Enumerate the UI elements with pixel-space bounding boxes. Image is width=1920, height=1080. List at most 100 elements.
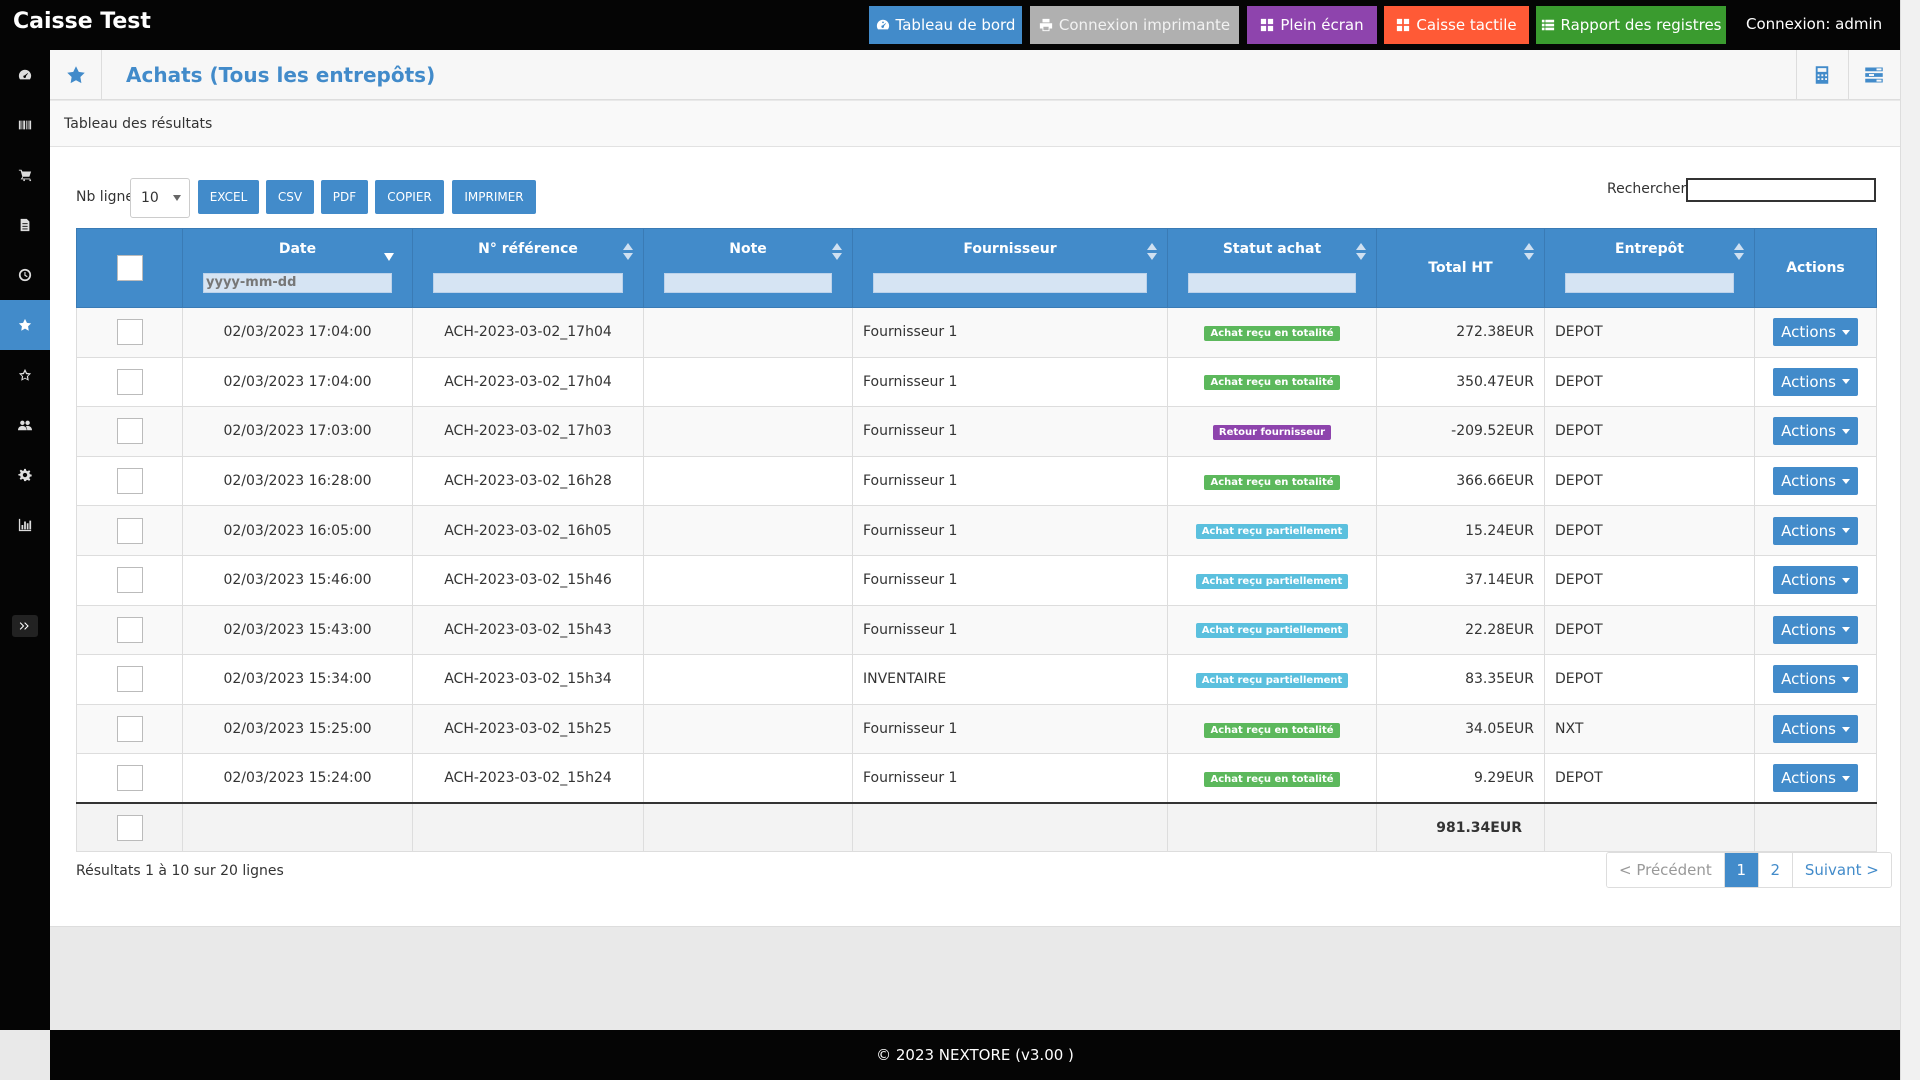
sidebar-item-customers[interactable] xyxy=(0,400,50,450)
row-actions-button[interactable]: Actions xyxy=(1773,467,1858,496)
cell-reference: ACH-2023-03-02_16h28 xyxy=(412,455,644,507)
row-checkbox[interactable] xyxy=(116,716,143,743)
row-actions-button[interactable]: Actions xyxy=(1773,566,1858,595)
sidebar-item-sales[interactable] xyxy=(0,150,50,200)
row-checkbox[interactable] xyxy=(116,666,143,693)
select-all-checkbox[interactable] xyxy=(116,255,143,281)
reference-filter-input[interactable] xyxy=(433,273,623,293)
export-excel-button[interactable]: EXCEL xyxy=(198,180,259,214)
row-checkbox[interactable] xyxy=(116,418,143,445)
row-checkbox[interactable] xyxy=(116,319,143,346)
row-actions-button[interactable]: Actions xyxy=(1773,764,1858,793)
table-row[interactable]: 02/03/2023 16:05:00 ACH-2023-03-02_16h05 F… xyxy=(76,505,1877,556)
caret-down-icon xyxy=(1841,627,1850,633)
sidebar-item-purchases[interactable] xyxy=(0,300,50,350)
purchases-table: Date yyyy-mm-dd N° référence Note Fournis… xyxy=(76,228,1877,852)
sidebar-item-dashboard[interactable] xyxy=(0,50,50,100)
pagination-page-2[interactable]: 2 xyxy=(1758,853,1793,887)
page-scrollbar[interactable] xyxy=(1900,0,1920,1080)
sidebar-expand-button[interactable] xyxy=(12,615,38,637)
row-actions-button[interactable]: Actions xyxy=(1773,417,1858,446)
pagination-page-1[interactable]: 1 xyxy=(1724,853,1759,887)
sidebar-item-documents[interactable] xyxy=(0,200,50,250)
table-row[interactable]: 02/03/2023 17:04:00 ACH-2023-03-02_17h04 F… xyxy=(76,307,1877,358)
footer-total: 981.34EUR xyxy=(1376,802,1545,852)
touch-register-button[interactable]: Caisse tactile xyxy=(1384,6,1529,44)
note-filter-input[interactable] xyxy=(664,273,832,293)
calculator-button[interactable] xyxy=(1796,50,1846,100)
table-footer-row: 981.34EUR xyxy=(76,802,1877,852)
app-title[interactable]: Caisse Test xyxy=(13,9,151,34)
sidebar-item-settings[interactable] xyxy=(0,450,50,500)
export-pdf-button[interactable]: PDF xyxy=(321,180,368,214)
column-header-supplier[interactable]: Fournisseur xyxy=(852,228,1168,308)
row-checkbox[interactable] xyxy=(116,567,143,594)
column-header-date[interactable]: Date yyyy-mm-dd xyxy=(182,228,413,308)
search-label: Rechercher xyxy=(1607,181,1687,197)
row-checkbox[interactable] xyxy=(116,616,143,643)
column-header-reference[interactable]: N° référence xyxy=(412,228,644,308)
table-row[interactable]: 02/03/2023 17:03:00 ACH-2023-03-02_17h03 F… xyxy=(76,406,1877,457)
row-actions-button[interactable]: Actions xyxy=(1773,318,1858,347)
sidebar-item-favorites[interactable] xyxy=(0,350,50,400)
dashboard-button[interactable]: Tableau de bord xyxy=(869,6,1022,44)
sidebar-item-reports[interactable] xyxy=(0,500,50,550)
results-table-label: Tableau des résultats xyxy=(64,116,213,132)
pagination-prev[interactable]: < Précédent xyxy=(1607,853,1725,887)
cell-note xyxy=(643,356,853,408)
cell-date: 02/03/2023 15:25:00 xyxy=(182,703,413,755)
touch-register-label: Caisse tactile xyxy=(1416,16,1517,34)
pagination-next[interactable]: Suivant > xyxy=(1792,853,1891,887)
fullscreen-button[interactable]: Plein écran xyxy=(1247,6,1377,44)
settings-list-button[interactable] xyxy=(1848,50,1898,100)
footer-checkbox-cell xyxy=(76,802,183,852)
status-filter-input[interactable] xyxy=(1188,273,1356,293)
caret-down-icon xyxy=(1841,329,1850,335)
table-row[interactable]: 02/03/2023 15:43:00 ACH-2023-03-02_15h43 F… xyxy=(76,604,1877,656)
row-checkbox[interactable] xyxy=(116,468,143,495)
table-row[interactable]: 02/03/2023 15:46:00 ACH-2023-03-02_15h46 F… xyxy=(76,554,1877,606)
table-row[interactable]: 02/03/2023 15:24:00 ACH-2023-03-02_15h24 F… xyxy=(76,753,1877,804)
cart-icon xyxy=(18,169,32,182)
table-row[interactable]: 02/03/2023 15:34:00 ACH-2023-03-02_15h34 I… xyxy=(76,654,1877,705)
table-row[interactable]: 02/03/2023 16:28:00 ACH-2023-03-02_16h28 F… xyxy=(76,455,1877,507)
row-checkbox[interactable] xyxy=(116,517,143,544)
row-checkbox[interactable] xyxy=(116,765,143,792)
row-checkbox[interactable] xyxy=(116,368,143,395)
column-header-warehouse[interactable]: Entrepôt xyxy=(1544,228,1755,308)
cell-supplier: Fournisseur 1 xyxy=(852,703,1168,755)
register-report-button[interactable]: Rapport des registres xyxy=(1536,6,1726,44)
warehouse-filter-input[interactable] xyxy=(1565,273,1734,293)
row-actions-button[interactable]: Actions xyxy=(1773,516,1858,545)
user-connection[interactable]: Connexion: admin xyxy=(1746,15,1882,33)
cell-status: Achat reçu en totalité xyxy=(1167,356,1377,408)
column-header-status[interactable]: Statut achat xyxy=(1167,228,1377,308)
table-row[interactable]: 02/03/2023 15:25:00 ACH-2023-03-02_15h25 F… xyxy=(76,703,1877,755)
table-row[interactable]: 02/03/2023 17:04:00 ACH-2023-03-02_17h04 F… xyxy=(76,356,1877,408)
column-header-reference-label: N° référence xyxy=(478,241,578,257)
row-actions-button[interactable]: Actions xyxy=(1773,367,1858,396)
export-csv-button[interactable]: CSV xyxy=(266,180,314,214)
row-actions-button[interactable]: Actions xyxy=(1773,665,1858,694)
column-header-actions: Actions xyxy=(1754,228,1877,308)
page-length-select[interactable]: 10 xyxy=(130,178,190,218)
supplier-filter-input[interactable] xyxy=(873,273,1147,293)
caret-down-icon xyxy=(1841,676,1850,682)
copy-button[interactable]: COPIER xyxy=(375,180,444,214)
cell-status: Achat reçu partiellement xyxy=(1167,654,1377,705)
print-button[interactable]: IMPRIMER xyxy=(452,180,536,214)
cell-note xyxy=(643,455,853,507)
cell-status: Achat reçu partiellement xyxy=(1167,604,1377,656)
column-header-total[interactable]: Total HT xyxy=(1376,228,1545,308)
cell-total: -209.52EUR xyxy=(1376,406,1545,457)
column-header-note[interactable]: Note xyxy=(643,228,853,308)
date-filter-input[interactable]: yyyy-mm-dd xyxy=(203,273,392,293)
favorite-button[interactable] xyxy=(50,50,102,100)
row-actions-button[interactable]: Actions xyxy=(1773,715,1858,744)
row-actions-button[interactable]: Actions xyxy=(1773,615,1858,644)
sidebar-item-history[interactable] xyxy=(0,250,50,300)
search-input[interactable] xyxy=(1686,178,1876,202)
sidebar-item-products[interactable] xyxy=(0,100,50,150)
status-badge: Achat reçu en totalité xyxy=(1204,771,1340,787)
printer-connection-button[interactable]: Connexion imprimante xyxy=(1030,6,1239,44)
